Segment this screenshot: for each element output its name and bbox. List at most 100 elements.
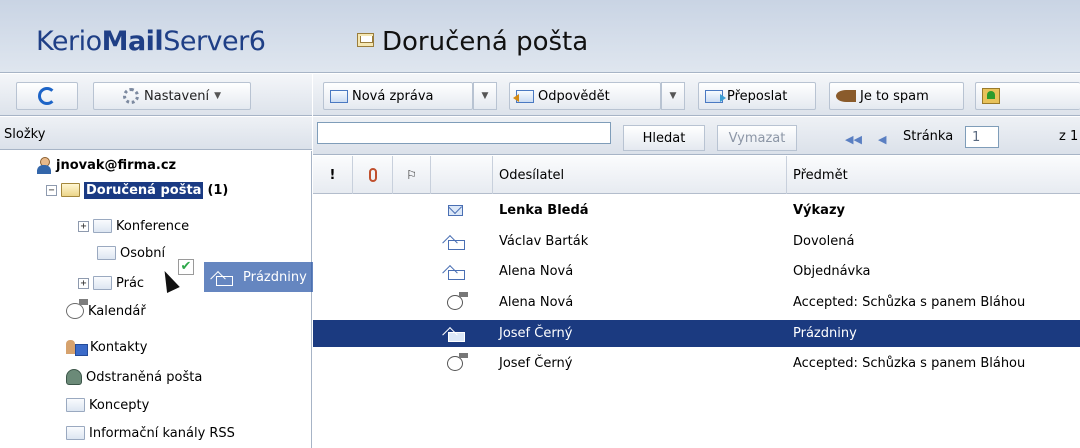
page-title: Doručená pošta (382, 27, 589, 57)
message-sender: Alena Nová (499, 264, 574, 279)
trash-icon (66, 369, 82, 385)
account-node[interactable]: jnovak@firma.cz (36, 153, 176, 177)
move-to-folder-button[interactable] (975, 82, 1080, 110)
tree-item-konference[interactable]: + Konference (78, 214, 189, 238)
message-row[interactable]: Josef Černý Accepted: Schůzka s panem Bl… (313, 350, 1080, 377)
forward-button[interactable]: Přeposlat (698, 82, 816, 110)
tree-item-prace[interactable]: + Prác (78, 271, 144, 295)
search-input[interactable] (317, 122, 611, 144)
refresh-button[interactable] (16, 82, 78, 110)
search-button[interactable]: Hledat (623, 125, 705, 151)
brand-version: 6 (248, 26, 266, 57)
expand-icon[interactable]: + (78, 277, 89, 289)
spam-button[interactable]: Je to spam (829, 82, 964, 110)
folders-header: Složky (0, 117, 312, 150)
chevron-down-icon: ▼ (669, 91, 677, 101)
chevron-down-icon: ▼ (481, 91, 489, 101)
thumb-down-icon (836, 90, 856, 102)
unread-envelope-icon (441, 197, 469, 224)
folder-tree: jnovak@firma.cz − Doručená pošta (1) + K… (0, 151, 312, 448)
new-message-button[interactable]: Nová zpráva (323, 82, 473, 110)
user-icon (36, 156, 52, 174)
previous-page-icon[interactable]: ◀ (878, 133, 886, 146)
message-subject: Výkazy (793, 203, 845, 218)
tree-item-koncepty[interactable]: Koncepty (66, 393, 149, 417)
envelope-open-icon (216, 271, 233, 286)
tree-item-label: Konference (116, 218, 190, 234)
calendar-icon (66, 299, 88, 319)
new-message-dropdown[interactable]: ▼ (473, 82, 497, 110)
read-envelope-icon (441, 320, 469, 347)
inbox-folder-icon (61, 183, 80, 197)
column-sender[interactable]: Odesílatel (493, 156, 787, 194)
flag-icon: ⚐ (406, 168, 417, 182)
message-row[interactable]: Lenka Bledá Výkazy (313, 197, 1080, 224)
forward-icon (705, 89, 726, 103)
app-logo: KerioMailServer6 (36, 26, 266, 57)
tree-item-label: Odstraněná pošta (86, 369, 203, 385)
page-number-input[interactable] (965, 126, 999, 148)
sender-header: Odesílatel (499, 167, 565, 183)
settings-label: Nastavení (144, 88, 210, 104)
attachment-icon (368, 168, 377, 182)
inbox-label: Doručená pošta (84, 181, 204, 199)
chevron-down-icon: ▼ (214, 91, 221, 101)
column-flag[interactable]: ⚐ (393, 156, 431, 194)
meeting-response-icon (441, 350, 469, 377)
column-priority[interactable]: ! (313, 156, 353, 194)
inbox-title-icon (357, 33, 374, 47)
settings-button[interactable]: Nastavení ▼ (93, 82, 251, 110)
drag-ghost-label: Prázdniny (243, 269, 307, 285)
inbox-count: (1) (207, 182, 229, 198)
reply-icon (513, 89, 534, 103)
drop-allowed-check-icon: ✔ (178, 259, 194, 275)
first-page-icon[interactable]: ◀◀ (845, 133, 862, 146)
message-subject: Objednávka (793, 264, 871, 279)
message-row[interactable]: Alena Nová Accepted: Schůzka s panem Blá… (313, 289, 1080, 316)
tree-item-kontakty[interactable]: Kontakty (66, 335, 147, 359)
tree-item-osobni[interactable]: Osobní (97, 241, 165, 265)
message-toolbar: Nová zpráva ▼ Odpovědět ▼ Přeposlat Je t… (313, 74, 1080, 116)
new-message-label: Nová zpráva (352, 88, 434, 104)
app-header: KerioMailServer6 Doručená pošta (0, 0, 1080, 73)
move-folder-icon (982, 88, 1000, 104)
tree-item-kalendar[interactable]: Kalendář (66, 299, 146, 323)
folder-icon (93, 276, 112, 290)
tree-item-trash[interactable]: Odstraněná pošta (66, 365, 202, 389)
reply-button[interactable]: Odpovědět (509, 82, 661, 110)
message-list: ! ⚐ Odesílatel Předmět Lenka Bledá Výkaz… (313, 156, 1080, 448)
priority-header: ! (329, 167, 336, 183)
message-sender: Václav Barták (499, 234, 589, 249)
tree-item-rss[interactable]: Informační kanály RSS (66, 421, 235, 445)
gear-icon (123, 88, 139, 104)
column-status[interactable] (431, 156, 493, 194)
reply-label: Odpovědět (538, 88, 610, 104)
page-label: Stránka (903, 129, 954, 144)
expand-icon[interactable]: + (78, 220, 89, 232)
read-envelope-icon (441, 258, 469, 285)
message-row[interactable]: Alena Nová Objednávka (313, 258, 1080, 285)
message-row-selected[interactable]: Josef Černý Prázdniny (313, 320, 1080, 347)
search-bar: Hledat Vymazat ◀◀ ◀ Stránka z 1 (313, 117, 1080, 155)
reply-dropdown[interactable]: ▼ (661, 82, 685, 110)
contacts-icon (66, 339, 88, 356)
spam-label: Je to spam (860, 88, 929, 104)
column-attachment[interactable] (353, 156, 393, 194)
message-sender: Josef Černý (499, 326, 573, 341)
collapse-icon[interactable]: − (46, 184, 57, 196)
message-row[interactable]: Václav Barták Dovolená (313, 228, 1080, 255)
folder-icon (66, 426, 85, 440)
search-button-label: Hledat (642, 130, 686, 146)
tree-item-label: Kalendář (88, 303, 146, 319)
tree-item-label: Informační kanály RSS (89, 425, 235, 441)
new-message-icon (330, 89, 348, 103)
forward-label: Přeposlat (727, 88, 788, 104)
refresh-icon (38, 87, 56, 105)
brand-prefix: Kerio (36, 26, 102, 57)
clear-button[interactable]: Vymazat (717, 125, 797, 151)
tree-item-label: Osobní (120, 245, 166, 261)
column-subject[interactable]: Předmět (787, 156, 1080, 194)
tree-item-inbox[interactable]: − Doručená pošta (1) (46, 178, 228, 202)
folder-toolbar: Nastavení ▼ (0, 74, 312, 116)
brand-mail: Mail (101, 26, 164, 57)
